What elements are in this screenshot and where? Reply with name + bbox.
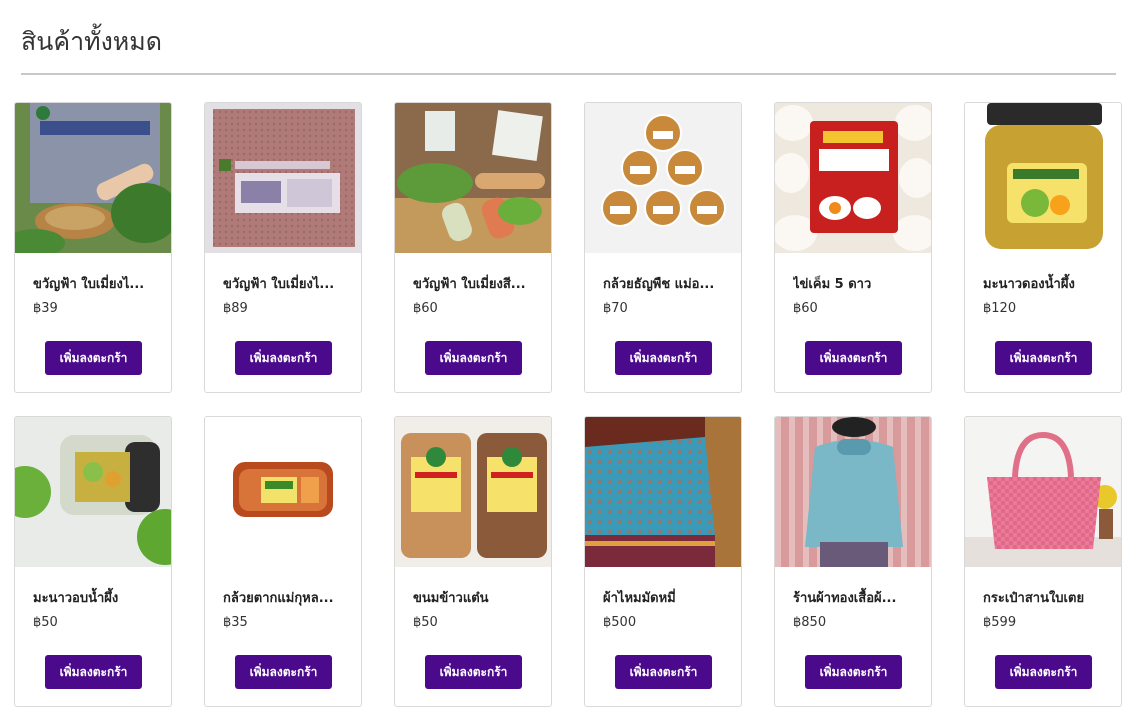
product-card[interactable]: กล้วยธัญพืช แม่อ... ฿70 เพิ่มลงตะกร้า bbox=[584, 102, 742, 393]
product-name[interactable]: ขวัญฟ้า ใบเมี่ยงไ... bbox=[33, 273, 161, 294]
product-name[interactable]: กล้วยธัญพืช แม่อ... bbox=[603, 273, 731, 294]
product-card[interactable]: ไข่เค็ม 5 ดาว ฿60 เพิ่มลงตะกร้า bbox=[774, 102, 932, 393]
product-price: ฿50 bbox=[413, 615, 438, 630]
product-price: ฿35 bbox=[223, 615, 248, 630]
product-image[interactable] bbox=[775, 417, 931, 567]
product-image[interactable] bbox=[15, 417, 171, 567]
product-card[interactable]: มะนาวดองน้ำผึ้ง ฿120 เพิ่มลงตะกร้า bbox=[964, 102, 1122, 393]
product-price: ฿70 bbox=[603, 301, 628, 316]
product-name[interactable]: ผ้าไหมมัดหมี่ bbox=[603, 587, 731, 608]
product-card[interactable]: กระเป๋าสานใบเตย ฿599 เพิ่มลงตะกร้า bbox=[964, 416, 1122, 707]
product-card[interactable]: ขวัญฟ้า ใบเมี่ยงไ... ฿39 เพิ่มลงตะกร้า bbox=[14, 102, 172, 393]
product-image[interactable] bbox=[775, 103, 931, 253]
product-image[interactable] bbox=[395, 103, 551, 253]
product-image[interactable] bbox=[585, 417, 741, 567]
product-card[interactable]: ขนมข้าวแต๋น ฿50 เพิ่มลงตะกร้า bbox=[394, 416, 552, 707]
product-price: ฿60 bbox=[413, 301, 438, 316]
add-to-cart-button[interactable]: เพิ่มลงตะกร้า bbox=[805, 655, 902, 689]
add-to-cart-button[interactable]: เพิ่มลงตะกร้า bbox=[425, 655, 522, 689]
product-card[interactable]: ร้านผ้าทองเสื้อผ้... ฿850 เพิ่มลงตะกร้า bbox=[774, 416, 932, 707]
product-name[interactable]: ขวัญฟ้า ใบเมี่ยงสี... bbox=[413, 273, 541, 294]
add-to-cart-button[interactable]: เพิ่มลงตะกร้า bbox=[425, 341, 522, 375]
add-to-cart-button[interactable]: เพิ่มลงตะกร้า bbox=[615, 341, 712, 375]
product-image[interactable] bbox=[205, 103, 361, 253]
product-image[interactable] bbox=[395, 417, 551, 567]
add-to-cart-button[interactable]: เพิ่มลงตะกร้า bbox=[45, 341, 142, 375]
product-name[interactable]: กระเป๋าสานใบเตย bbox=[983, 587, 1111, 608]
title-divider bbox=[21, 73, 1116, 75]
product-price: ฿500 bbox=[603, 615, 637, 630]
product-image[interactable] bbox=[965, 103, 1121, 253]
product-price: ฿850 bbox=[793, 615, 827, 630]
product-name[interactable]: ร้านผ้าทองเสื้อผ้... bbox=[793, 587, 921, 608]
product-price: ฿60 bbox=[793, 301, 818, 316]
product-card[interactable]: มะนาวอบน้ำผึ้ง ฿50 เพิ่มลงตะกร้า bbox=[14, 416, 172, 707]
product-price: ฿120 bbox=[983, 301, 1017, 316]
product-name[interactable]: ไข่เค็ม 5 ดาว bbox=[793, 273, 921, 294]
product-card[interactable]: ขวัญฟ้า ใบเมี่ยงสี... ฿60 เพิ่มลงตะกร้า bbox=[394, 102, 552, 393]
product-name[interactable]: มะนาวอบน้ำผึ้ง bbox=[33, 587, 161, 608]
product-name[interactable]: ขนมข้าวแต๋น bbox=[413, 587, 541, 608]
product-price: ฿89 bbox=[223, 301, 248, 316]
add-to-cart-button[interactable]: เพิ่มลงตะกร้า bbox=[995, 341, 1092, 375]
product-image[interactable] bbox=[15, 103, 171, 253]
add-to-cart-button[interactable]: เพิ่มลงตะกร้า bbox=[805, 341, 902, 375]
product-image[interactable] bbox=[965, 417, 1121, 567]
add-to-cart-button[interactable]: เพิ่มลงตะกร้า bbox=[45, 655, 142, 689]
add-to-cart-button[interactable]: เพิ่มลงตะกร้า bbox=[995, 655, 1092, 689]
product-image[interactable] bbox=[205, 417, 361, 567]
add-to-cart-button[interactable]: เพิ่มลงตะกร้า bbox=[235, 341, 332, 375]
product-card[interactable]: กล้วยตากแม่กุหล... ฿35 เพิ่มลงตะกร้า bbox=[204, 416, 362, 707]
product-name[interactable]: มะนาวดองน้ำผึ้ง bbox=[983, 273, 1111, 294]
product-image[interactable] bbox=[585, 103, 741, 253]
add-to-cart-button[interactable]: เพิ่มลงตะกร้า bbox=[235, 655, 332, 689]
product-name[interactable]: กล้วยตากแม่กุหล... bbox=[223, 587, 351, 608]
product-price: ฿599 bbox=[983, 615, 1017, 630]
product-name[interactable]: ขวัญฟ้า ใบเมี่ยงไ... bbox=[223, 273, 351, 294]
product-card[interactable]: ขวัญฟ้า ใบเมี่ยงไ... ฿89 เพิ่มลงตะกร้า bbox=[204, 102, 362, 393]
add-to-cart-button[interactable]: เพิ่มลงตะกร้า bbox=[615, 655, 712, 689]
page-title: สินค้าทั้งหมด bbox=[21, 27, 162, 56]
product-price: ฿39 bbox=[33, 301, 58, 316]
product-price: ฿50 bbox=[33, 615, 58, 630]
product-card[interactable]: ผ้าไหมมัดหมี่ ฿500 เพิ่มลงตะกร้า bbox=[584, 416, 742, 707]
